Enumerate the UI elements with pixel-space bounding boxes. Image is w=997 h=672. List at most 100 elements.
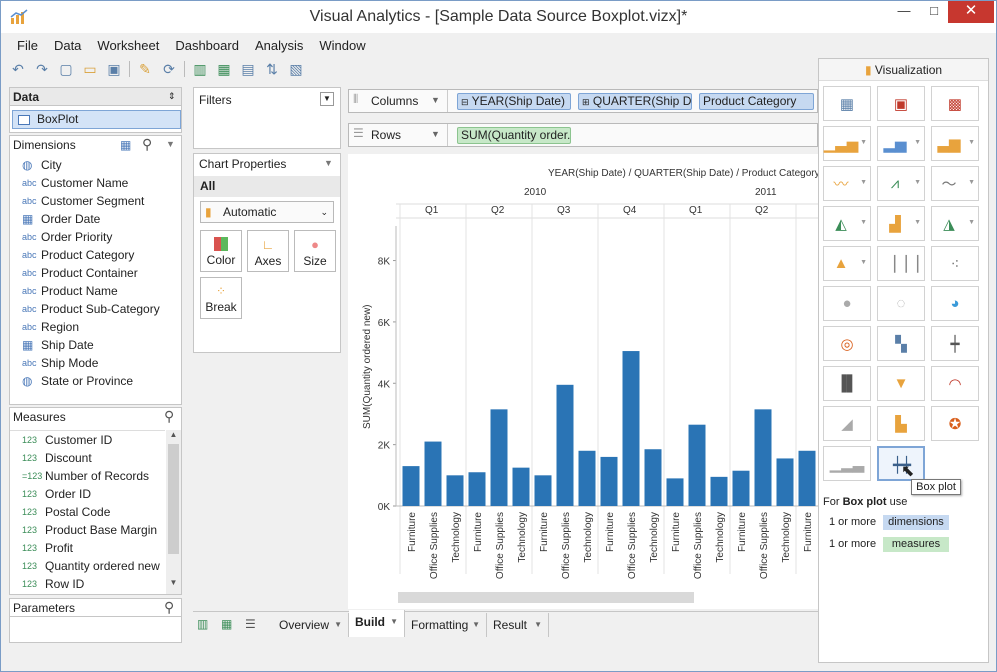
new-worksheet-icon[interactable]: ▥ [197,617,208,631]
pill-sum-quantity[interactable]: SUM(Quantity order... [457,127,571,144]
chevron-down-icon[interactable]: ▼ [860,219,867,226]
chevron-down-icon[interactable]: ▼ [968,219,975,226]
size-button[interactable]: ● Size [294,230,336,272]
chart-type-button[interactable]: ◎ [823,326,871,361]
dimension-field[interactable]: abc Customer Name [10,174,181,192]
chart-type-button[interactable]: ◠ [931,366,979,401]
new-sheet-icon[interactable]: ▢ [57,60,75,78]
dimension-field[interactable]: abc Ship Mode [10,354,181,372]
tab-formatting[interactable]: Formatting ▼ [405,613,487,637]
dimension-field[interactable]: abc Product Name [10,282,181,300]
menu-worksheet[interactable]: Worksheet [89,36,167,56]
add-table-icon[interactable]: ▦ [215,60,233,78]
chart-type-button[interactable]: 〰 ▼ [823,166,871,201]
chart-type-button[interactable]: ▕▕▕ [877,246,925,281]
undo-icon[interactable]: ↶ [9,60,27,78]
chart-type-button[interactable]: ▁▃▅ ▼ [823,126,871,161]
chart-type-button[interactable]: ▼ [877,366,925,401]
chart-type-button[interactable]: ⁖ [931,246,979,281]
clear-icon[interactable]: ✎ [136,60,154,78]
add-chart-icon[interactable]: ▥ [191,60,209,78]
dimension-field[interactable]: ◍ State or Province [10,372,181,390]
chart-type-button[interactable]: ┿ [931,326,979,361]
pill-year-ship-date[interactable]: ⊟ YEAR(Ship Date) [457,93,571,110]
break-button[interactable]: ⁘ Break [200,277,242,319]
data-source-item[interactable]: BoxPlot [12,110,181,129]
chevron-down-icon[interactable]: ▼ [968,179,975,186]
tab-build[interactable]: Build ▼ [349,610,405,637]
chevron-down-icon[interactable]: ▼ [431,95,440,105]
dimension-field[interactable]: abc Product Sub-Category [10,300,181,318]
chart-type-button[interactable]: ◌ [877,286,925,321]
chevron-down-icon[interactable]: ▼ [968,139,975,146]
dimension-field[interactable]: abc Region [10,318,181,336]
chart-type-button[interactable]: ▲ ▼ [823,246,871,281]
scrollbar[interactable]: ▲ ▼ [166,430,181,594]
chart-type-button[interactable]: ▩ [931,86,979,121]
mark-type-select[interactable]: Automatic ▮ ⌄ [200,201,334,223]
refresh-icon[interactable]: ⟳ [160,60,178,78]
dimension-field[interactable]: ▦ Ship Date [10,336,181,354]
minimize-button[interactable]: — [889,1,919,23]
measure-field[interactable]: 123 Profit [10,539,165,557]
axes-button[interactable]: ∟ Axes [247,230,289,272]
dimension-field[interactable]: ◍ City [10,156,181,174]
open-icon[interactable]: ▭ [81,60,99,78]
menu-file[interactable]: File [9,36,46,56]
dimension-field[interactable]: ▦ Order Date [10,210,181,228]
chevron-down-icon[interactable]: ▼ [166,139,175,149]
measure-field[interactable]: 123 Customer ID [10,431,165,449]
chart-type-button[interactable]: ◢ [823,406,871,441]
chart-type-button[interactable]: ◮ ▼ [931,206,979,241]
bar-chart-icon[interactable]: ▤ [239,60,257,78]
tab-result[interactable]: Result ▼ [487,613,549,637]
measure-field[interactable]: =123 Number of Records [10,467,165,485]
tab-overview[interactable]: Overview ▼ [273,613,349,637]
sort-icon[interactable]: ⇕ [168,91,176,102]
chevron-down-icon[interactable]: ▼ [431,129,440,139]
dimension-field[interactable]: abc Product Container [10,264,181,282]
chart-type-button[interactable]: ▣ [877,86,925,121]
fit-icon[interactable]: ▧ [287,60,305,78]
rows-shelf[interactable]: ☰ Rows ▼ SUM(Quantity order... [348,123,818,147]
chart-type-button[interactable]: ▁▂▃ [823,446,871,481]
save-icon[interactable]: ▣ [105,60,123,78]
chart-type-button[interactable]: ▚ [877,326,925,361]
chart-type-button[interactable]: ✪ [931,406,979,441]
pill-product-category[interactable]: Product Category [699,93,814,110]
menu-dashboard[interactable]: Dashboard [167,36,247,56]
search-icon[interactable]: ⚲ [142,136,152,153]
maximize-button[interactable]: □ [919,1,949,23]
filters-dropdown[interactable]: ▼ [320,92,334,106]
chart-type-button[interactable]: ▐▌ [823,366,871,401]
chart-type-button[interactable]: ⩘ ▼ [877,166,925,201]
columns-shelf[interactable]: ⦀ Columns ▼ ⊟ YEAR(Ship Date) ⊞ QUARTER(… [348,89,818,113]
chevron-down-icon[interactable]: ▼ [860,179,867,186]
menu-data[interactable]: Data [46,36,89,56]
search-icon[interactable]: ⚲ [164,408,174,425]
chart-type-button[interactable]: ▦ [823,86,871,121]
sheet-list-icon[interactable]: ☰ [245,617,256,631]
chevron-down-icon[interactable]: ▼ [860,139,867,146]
color-button[interactable]: Color [200,230,242,272]
scope-all[interactable]: All [194,176,340,197]
chart-type-button[interactable]: ▃▆ ▼ [931,126,979,161]
chevron-down-icon[interactable]: ▼ [914,139,921,146]
chart-type-button[interactable]: ▂▅ ▼ [877,126,925,161]
dimension-field[interactable]: abc Customer Segment [10,192,181,210]
close-button[interactable]: ✕ [948,1,994,23]
measure-field[interactable]: 123 Discount [10,449,165,467]
chart-type-button[interactable]: ▟ ▼ [877,206,925,241]
swap-icon[interactable]: ⇅ [263,60,281,78]
measure-field[interactable]: 123 Postal Code [10,503,165,521]
measure-field[interactable]: 123 Row ID [10,575,165,593]
chart-type-button[interactable]: ▙ [877,406,925,441]
measure-field[interactable]: 123 Quantity ordered new [10,557,165,575]
measure-field[interactable]: 123 Product Base Margin [10,521,165,539]
measure-field[interactable]: 123 Order ID [10,485,165,503]
chart-type-button[interactable]: 〜 ▼ [931,166,979,201]
pill-quarter-ship-date[interactable]: ⊞ QUARTER(Ship D... [578,93,692,110]
chart-type-button[interactable]: ◭ ▼ [823,206,871,241]
chevron-down-icon[interactable]: ▼ [324,158,333,168]
table-view-icon[interactable]: ▦ [120,138,131,152]
